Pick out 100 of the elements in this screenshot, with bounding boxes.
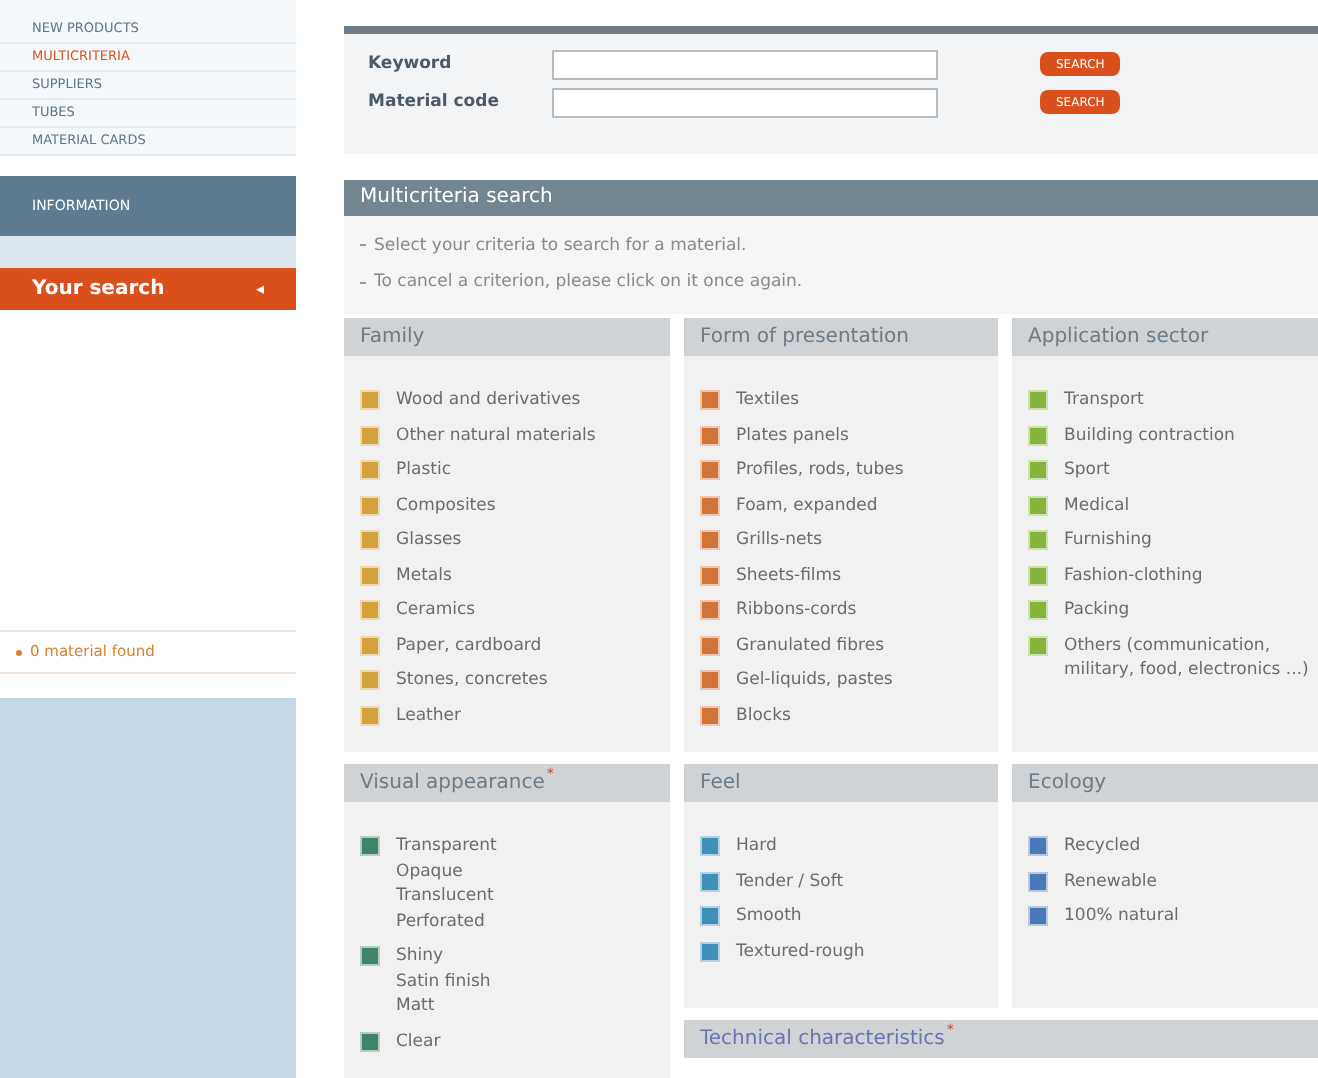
criterion-option[interactable]: Sport	[1064, 458, 1110, 484]
checkbox-icon[interactable]	[360, 600, 380, 621]
criterion-option[interactable]: Granulated fibres	[736, 633, 885, 659]
checkbox-icon[interactable]	[700, 670, 720, 691]
checkbox-icon[interactable]	[700, 906, 720, 927]
field-label: Material code	[368, 89, 501, 115]
panel-title: Technical characteristics	[700, 1026, 945, 1055]
criterion-option[interactable]: Gel-liquids, pastes	[736, 668, 893, 694]
checkbox-icon[interactable]	[700, 565, 720, 586]
section-header: Multicriteria search	[344, 180, 1318, 216]
panel-title: Application sector	[1028, 324, 1209, 353]
checkbox-icon[interactable]	[360, 495, 380, 516]
instruction-text: To cancel a criterion, please click on it once again.	[374, 270, 803, 297]
criterion-option[interactable]: Plates panels	[736, 423, 849, 449]
criterion-option[interactable]: Foam, expanded	[736, 493, 878, 519]
checkbox-icon[interactable]	[700, 941, 720, 962]
criterion-option[interactable]: Other natural materials	[396, 423, 596, 449]
criterion-option[interactable]: Grills-nets	[736, 528, 823, 554]
bullet-icon	[16, 649, 22, 655]
checkbox-icon[interactable]	[700, 600, 720, 621]
checkbox-icon[interactable]	[700, 495, 720, 516]
criterion-option[interactable]: Renewable	[1064, 869, 1158, 895]
criterion-option[interactable]: Medical	[1064, 493, 1130, 519]
criterion-option[interactable]: Ceramics	[396, 598, 476, 624]
criterion-option[interactable]: Others (communication, military, food, electronics ...)	[1064, 633, 1316, 684]
criterion-option[interactable]: Perforated	[396, 909, 497, 935]
criterion-option[interactable]: Clear	[396, 1029, 441, 1055]
field-label: Keyword	[368, 51, 454, 77]
checkbox-icon[interactable]	[1028, 495, 1048, 516]
checkbox-icon[interactable]	[1028, 871, 1048, 892]
checkbox-icon[interactable]	[1028, 906, 1048, 927]
criterion-option[interactable]: Blocks	[736, 703, 791, 729]
checkbox-icon[interactable]	[360, 460, 380, 481]
checkbox-icon[interactable]	[700, 705, 720, 726]
panel-title: Visual appearance	[360, 770, 545, 799]
criterion-option[interactable]: Stones, concretes	[396, 668, 548, 694]
dash-icon	[360, 282, 366, 285]
checkbox-icon[interactable]	[1028, 530, 1048, 551]
checkbox-icon[interactable]	[360, 530, 380, 551]
criterion-option[interactable]: Smooth	[736, 904, 802, 930]
checkbox-icon[interactable]	[360, 670, 380, 691]
criterion-option[interactable]: Shiny	[396, 944, 491, 970]
checkbox-icon[interactable]	[700, 836, 720, 857]
criterion-option[interactable]: 100% natural	[1064, 904, 1179, 930]
criterion-option[interactable]: Plastic	[396, 458, 451, 484]
criterion-option[interactable]: Hard	[736, 834, 777, 860]
criterion-option[interactable]: Matt	[396, 994, 491, 1020]
criterion-option[interactable]: Recycled	[1064, 834, 1141, 860]
criterion-option[interactable]: Paper, cardboard	[396, 633, 542, 659]
criterion-option[interactable]: Wood and derivatives	[396, 388, 581, 414]
checkbox-icon[interactable]	[360, 1031, 380, 1052]
checkbox-icon[interactable]	[700, 871, 720, 892]
criterion-option[interactable]: Profiles, rods, tubes	[736, 458, 904, 484]
criterion-option[interactable]: Composites	[396, 493, 496, 519]
criterion-option[interactable]: Fashion-clothing	[1064, 563, 1203, 589]
arrow-icon: ◂	[255, 277, 264, 301]
criterion-option[interactable]: Transport	[1064, 388, 1144, 414]
criterion-option[interactable]: Transparent	[396, 834, 497, 860]
panel-title: Ecology	[1028, 770, 1107, 799]
criterion-option[interactable]: Tender / Soft	[736, 869, 844, 895]
criterion-option[interactable]: Ribbons-cords	[736, 598, 857, 624]
criterion-option[interactable]: Glasses	[396, 528, 462, 554]
input-field[interactable]	[552, 87, 938, 117]
checkbox-icon[interactable]	[700, 530, 720, 551]
checkbox-icon[interactable]	[700, 460, 720, 481]
checkbox-icon[interactable]	[360, 390, 380, 411]
checkbox-icon[interactable]	[360, 836, 380, 857]
criterion-option[interactable]: Sheets-films	[736, 563, 841, 589]
checkbox-icon[interactable]	[1028, 460, 1048, 481]
checkbox-icon[interactable]	[360, 565, 380, 586]
criterion-option[interactable]: Textiles	[736, 388, 800, 414]
your-search-label: Your search	[32, 276, 165, 304]
checkbox-icon[interactable]	[360, 425, 380, 446]
checkbox-icon[interactable]	[360, 635, 380, 656]
input-field[interactable]	[552, 49, 938, 79]
checkbox-icon[interactable]	[1028, 425, 1048, 446]
panel-title: Family	[360, 324, 425, 353]
criterion-option[interactable]: Leather	[396, 703, 461, 729]
checkbox-icon[interactable]	[360, 705, 380, 726]
criterion-option[interactable]: Furnishing	[1064, 528, 1152, 554]
checkbox-icon[interactable]	[700, 390, 720, 411]
criterion-option[interactable]: Textured-rough	[736, 939, 865, 965]
checkbox-icon[interactable]	[1028, 565, 1048, 586]
checkbox-icon[interactable]	[360, 946, 380, 967]
criterion-option[interactable]: Packing	[1064, 598, 1130, 624]
checkbox-icon[interactable]	[1028, 836, 1048, 857]
criterion-option[interactable]: Satin finish	[396, 969, 491, 995]
criterion-option[interactable]: Translucent	[396, 884, 497, 910]
criterion-option[interactable]: Metals	[396, 563, 452, 589]
criterion-option[interactable]: Opaque	[396, 859, 497, 885]
panel-title: Form of presentation	[700, 324, 909, 353]
checkbox-icon[interactable]	[1028, 600, 1048, 621]
checkbox-icon[interactable]	[1028, 635, 1048, 656]
criterion-option[interactable]: Building contraction	[1064, 423, 1235, 449]
panel-title: Feel	[700, 770, 741, 799]
checkbox-icon[interactable]	[700, 635, 720, 656]
checkbox-icon[interactable]	[1028, 390, 1048, 411]
instruction-text: Select your criteria to search for a material.	[374, 233, 747, 259]
your-search-tab[interactable]: Your search ◂	[0, 268, 296, 310]
checkbox-icon[interactable]	[700, 425, 720, 446]
